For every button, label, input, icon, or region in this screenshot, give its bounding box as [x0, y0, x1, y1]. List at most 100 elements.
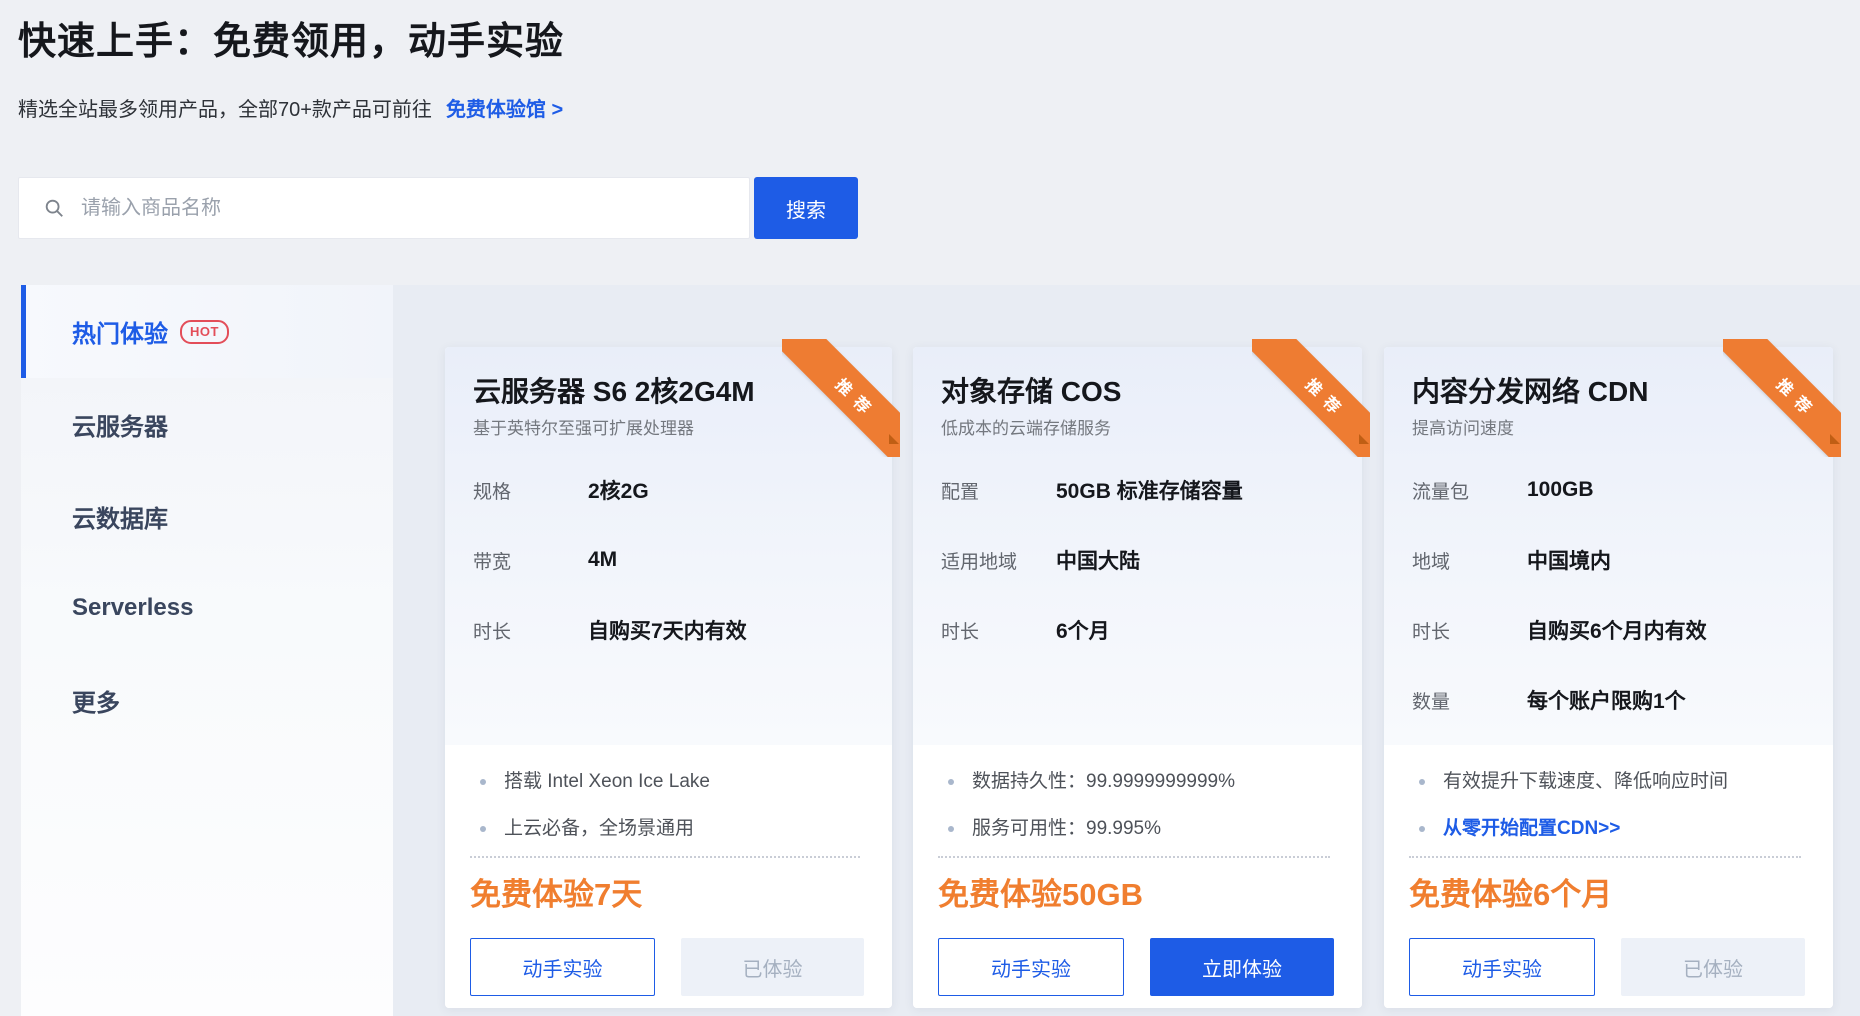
already-experienced-button[interactable]: 已体验 [681, 938, 864, 996]
spec-list: 配置 50GB 标准存储容量 适用地域 中国大陆 时长 6个月 [941, 475, 1334, 645]
cdn-setup-guide-link[interactable]: 从零开始配置CDN>> [1443, 816, 1620, 842]
hands-on-lab-button[interactable]: 动手实验 [938, 938, 1124, 996]
spec-value: 2核2G [588, 475, 649, 505]
spec-row: 适用地域 中国大陆 [941, 545, 1334, 575]
spec-label: 时长 [1412, 617, 1527, 644]
sidebar-item-more[interactable]: 更多 [21, 654, 393, 746]
page-subtitle: 精选全站最多领用产品，全部70+款产品可前往免费体验馆 > [18, 96, 563, 124]
feature-list: 数据持久性：99.9999999999% 服务可用性：99.995% [938, 769, 1330, 858]
card-footer: 有效提升下载速度、降低响应时间 从零开始配置CDN>> 免费体验6个月 动手实验… [1384, 745, 1833, 1008]
spec-value: 4M [588, 548, 617, 572]
feature-text: 数据持久性：99.9999999999% [972, 769, 1235, 795]
feature-text: 搭载 Intel Xeon Ice Lake [504, 769, 710, 795]
hands-on-lab-button[interactable]: 动手实验 [470, 938, 655, 996]
spec-value: 自购买7天内有效 [588, 615, 747, 645]
sidebar-item-label: 热门体验 [72, 314, 168, 349]
spec-value: 每个账户限购1个 [1527, 685, 1686, 715]
product-card-cvm: 云服务器 S6 2核2G4M 基于英特尔至强可扩展处理器 规格 2核2G 带宽 … [445, 347, 892, 1008]
feature-bullet: 服务可用性：99.995% [938, 816, 1330, 842]
search-input-container [18, 177, 750, 239]
product-title: 对象存储 COS [941, 373, 1334, 411]
bullet-dot [948, 779, 954, 785]
feature-list: 搭载 Intel Xeon Ice Lake 上云必备，全场景通用 [470, 769, 860, 858]
spec-value: 中国大陆 [1056, 545, 1140, 575]
sidebar-item-cloud-database[interactable]: 云数据库 [21, 470, 393, 562]
sidebar-item-serverless[interactable]: Serverless [21, 562, 393, 654]
product-card-cdn: 内容分发网络 CDN 提高访问速度 流量包 100GB 地域 中国境内 时长 自… [1384, 347, 1833, 1008]
experience-now-button[interactable]: 立即体验 [1150, 938, 1334, 996]
page-title: 快速上手：免费领用，动手实验 [18, 18, 564, 66]
sidebar-item-label: 更多 [72, 683, 120, 718]
spec-label: 地域 [1412, 547, 1527, 574]
spec-row: 流量包 100GB [1412, 475, 1805, 505]
feature-bullet: 上云必备，全场景通用 [470, 816, 860, 842]
page: 快速上手：免费领用，动手实验 精选全站最多领用产品，全部70+款产品可前往免费体… [0, 0, 1860, 1016]
feature-bullet: 有效提升下载速度、降低响应时间 [1409, 769, 1801, 795]
feature-text: 服务可用性：99.995% [972, 816, 1161, 842]
active-indicator [21, 285, 26, 378]
spec-row: 数量 每个账户限购1个 [1412, 685, 1805, 715]
spec-row: 时长 自购买6个月内有效 [1412, 615, 1805, 645]
subtitle-text: 精选全站最多领用产品，全部70+款产品可前往 [18, 99, 432, 121]
promo-text: 免费体验6个月 [1409, 875, 1805, 915]
spec-label: 适用地域 [941, 547, 1056, 574]
spec-label: 时长 [473, 617, 588, 644]
spec-value: 100GB [1527, 478, 1594, 502]
spec-row: 时长 6个月 [941, 615, 1334, 645]
feature-bullet: 数据持久性：99.9999999999% [938, 769, 1330, 795]
spec-value: 自购买6个月内有效 [1527, 615, 1707, 645]
bullet-dot [1419, 826, 1425, 832]
sidebar: 热门体验 HOT 云服务器 云数据库 Serverless 更多 [21, 285, 393, 1016]
spec-list: 流量包 100GB 地域 中国境内 时长 自购买6个月内有效 数量 每个账户限购… [1412, 475, 1805, 715]
feature-text: 有效提升下载速度、降低响应时间 [1443, 769, 1728, 795]
feature-bullet: 搭载 Intel Xeon Ice Lake [470, 769, 860, 795]
button-row: 动手实验 已体验 [470, 938, 864, 996]
bullet-dot [948, 826, 954, 832]
promo-text: 免费体验7天 [470, 875, 864, 915]
spec-row: 地域 中国境内 [1412, 545, 1805, 575]
spec-label: 流量包 [1412, 477, 1527, 504]
button-row: 动手实验 立即体验 [938, 938, 1334, 996]
feature-list: 有效提升下载速度、降低响应时间 从零开始配置CDN>> [1409, 769, 1801, 858]
spec-label: 时长 [941, 617, 1056, 644]
search-input[interactable] [79, 196, 731, 221]
sidebar-item-label: 云数据库 [72, 499, 168, 534]
search-button[interactable]: 搜索 [754, 177, 858, 239]
feature-bullet: 从零开始配置CDN>> [1409, 816, 1801, 842]
promo-text: 免费体验50GB [938, 875, 1334, 915]
hot-badge: HOT [180, 320, 229, 344]
spec-value: 中国境内 [1527, 545, 1611, 575]
card-header: 云服务器 S6 2核2G4M 基于英特尔至强可扩展处理器 规格 2核2G 带宽 … [445, 347, 892, 745]
search-bar: 搜索 [18, 177, 858, 239]
spec-row: 规格 2核2G [473, 475, 864, 505]
spec-row: 时长 自购买7天内有效 [473, 615, 864, 645]
sidebar-item-label: Serverless [72, 594, 193, 622]
sidebar-item-hot-experience[interactable]: 热门体验 HOT [21, 285, 393, 378]
spec-label: 带宽 [473, 547, 588, 574]
card-footer: 数据持久性：99.9999999999% 服务可用性：99.995% 免费体验5… [913, 745, 1362, 1008]
card-header: 对象存储 COS 低成本的云端存储服务 配置 50GB 标准存储容量 适用地域 … [913, 347, 1362, 745]
card-footer: 搭载 Intel Xeon Ice Lake 上云必备，全场景通用 免费体验7天… [445, 745, 892, 1008]
search-icon [43, 197, 65, 219]
spec-value: 6个月 [1056, 615, 1110, 645]
sidebar-item-cloud-server[interactable]: 云服务器 [21, 378, 393, 470]
product-card-cos: 对象存储 COS 低成本的云端存储服务 配置 50GB 标准存储容量 适用地域 … [913, 347, 1362, 1008]
spec-label: 数量 [1412, 687, 1527, 714]
card-header: 内容分发网络 CDN 提高访问速度 流量包 100GB 地域 中国境内 时长 自… [1384, 347, 1833, 745]
feature-text: 上云必备，全场景通用 [504, 816, 694, 842]
product-subtitle: 提高访问速度 [1412, 417, 1805, 441]
already-experienced-button[interactable]: 已体验 [1621, 938, 1805, 996]
spec-label: 配置 [941, 477, 1056, 504]
free-trial-hall-link[interactable]: 免费体验馆 > [446, 99, 563, 121]
product-subtitle: 低成本的云端存储服务 [941, 417, 1334, 441]
product-title: 内容分发网络 CDN [1412, 373, 1805, 411]
spec-label: 规格 [473, 477, 588, 504]
product-title: 云服务器 S6 2核2G4M [473, 373, 864, 411]
product-subtitle: 基于英特尔至强可扩展处理器 [473, 417, 864, 441]
hands-on-lab-button[interactable]: 动手实验 [1409, 938, 1595, 996]
bullet-dot [480, 826, 486, 832]
bullet-dot [1419, 779, 1425, 785]
spec-value: 50GB 标准存储容量 [1056, 475, 1243, 505]
button-row: 动手实验 已体验 [1409, 938, 1805, 996]
bullet-dot [480, 779, 486, 785]
